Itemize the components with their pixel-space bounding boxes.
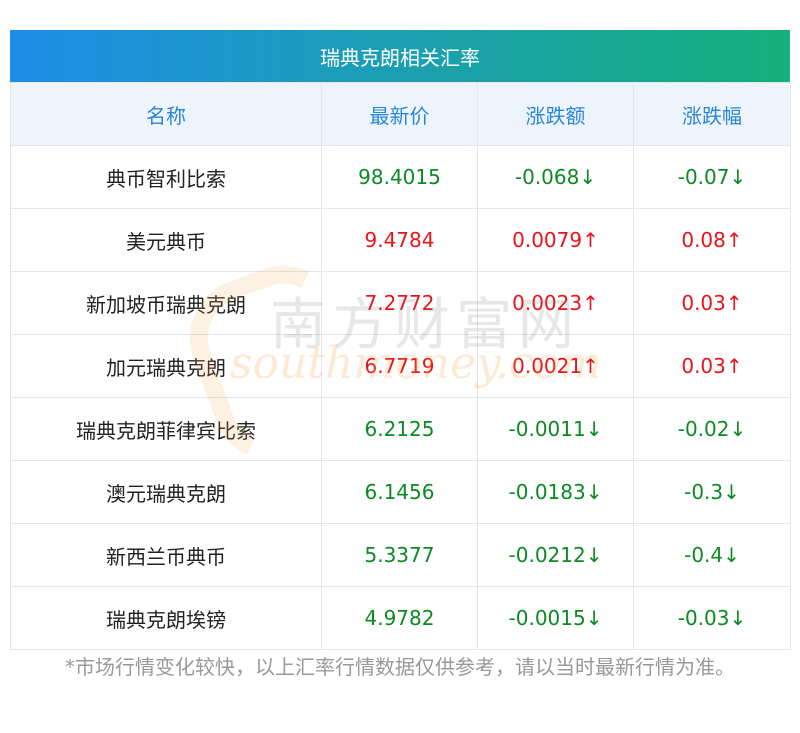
table-row[interactable]: 澳元瑞典克朗 6.1456 -0.0183↓ -0.3↓ bbox=[10, 460, 791, 524]
row-change: -0.0183↓ bbox=[477, 460, 634, 524]
table-row[interactable]: 加元瑞典克朗 6.7719 0.0021↑ 0.03↑ bbox=[10, 334, 791, 398]
row-price: 6.7719 bbox=[321, 334, 478, 398]
row-price: 9.4784 bbox=[321, 208, 478, 272]
row-price: 98.4015 bbox=[321, 145, 478, 209]
row-name: 新加坡币瑞典克朗 bbox=[10, 271, 322, 335]
row-price: 4.9782 bbox=[321, 586, 478, 650]
exchange-rate-table: 名称 最新价 涨跌额 涨跌幅 典币智利比索 98.4015 -0.068↓ -0… bbox=[10, 82, 791, 650]
header-row: 名称 最新价 涨跌额 涨跌幅 bbox=[10, 82, 791, 146]
row-name: 新西兰币典币 bbox=[10, 523, 322, 587]
disclaimer-footnote: *市场行情变化较快，以上汇率行情数据仅供参考，请以当时最新行情为准。 bbox=[65, 655, 735, 679]
row-change: 0.0023↑ bbox=[477, 271, 634, 335]
row-change: 0.0079↑ bbox=[477, 208, 634, 272]
table-row[interactable]: 新加坡币瑞典克朗 7.2772 0.0023↑ 0.03↑ bbox=[10, 271, 791, 335]
row-price: 6.2125 bbox=[321, 397, 478, 461]
exchange-rate-card: 瑞典克朗相关汇率 名称 最新价 涨跌额 涨跌幅 典币智利比索 98.4015 -… bbox=[10, 30, 791, 650]
row-name: 加元瑞典克朗 bbox=[10, 334, 322, 398]
row-pct: -0.03↓ bbox=[633, 586, 791, 650]
row-pct: -0.4↓ bbox=[633, 523, 791, 587]
row-change: -0.0212↓ bbox=[477, 523, 634, 587]
row-change: -0.068↓ bbox=[477, 145, 634, 209]
header-change: 涨跌额 bbox=[477, 82, 634, 146]
table-title: 瑞典克朗相关汇率 bbox=[10, 30, 790, 82]
table-row[interactable]: 瑞典克朗埃镑 4.9782 -0.0015↓ -0.03↓ bbox=[10, 586, 791, 650]
row-pct: 0.03↑ bbox=[633, 271, 791, 335]
header-pct: 涨跌幅 bbox=[633, 82, 791, 146]
header-name: 名称 bbox=[10, 82, 322, 146]
table-row[interactable]: 新西兰币典币 5.3377 -0.0212↓ -0.4↓ bbox=[10, 523, 791, 587]
row-pct: -0.02↓ bbox=[633, 397, 791, 461]
row-change: 0.0021↑ bbox=[477, 334, 634, 398]
row-pct: -0.07↓ bbox=[633, 145, 791, 209]
row-price: 5.3377 bbox=[321, 523, 478, 587]
row-change: -0.0011↓ bbox=[477, 397, 634, 461]
row-pct: 0.08↑ bbox=[633, 208, 791, 272]
table-row[interactable]: 美元典币 9.4784 0.0079↑ 0.08↑ bbox=[10, 208, 791, 272]
row-name: 澳元瑞典克朗 bbox=[10, 460, 322, 524]
table-row[interactable]: 典币智利比索 98.4015 -0.068↓ -0.07↓ bbox=[10, 145, 791, 209]
row-change: -0.0015↓ bbox=[477, 586, 634, 650]
row-price: 6.1456 bbox=[321, 460, 478, 524]
row-name: 美元典币 bbox=[10, 208, 322, 272]
header-price: 最新价 bbox=[321, 82, 478, 146]
row-name: 瑞典克朗埃镑 bbox=[10, 586, 322, 650]
row-pct: -0.3↓ bbox=[633, 460, 791, 524]
row-price: 7.2772 bbox=[321, 271, 478, 335]
row-name: 瑞典克朗菲律宾比索 bbox=[10, 397, 322, 461]
row-pct: 0.03↑ bbox=[633, 334, 791, 398]
row-name: 典币智利比索 bbox=[10, 145, 322, 209]
table-row[interactable]: 瑞典克朗菲律宾比索 6.2125 -0.0011↓ -0.02↓ bbox=[10, 397, 791, 461]
